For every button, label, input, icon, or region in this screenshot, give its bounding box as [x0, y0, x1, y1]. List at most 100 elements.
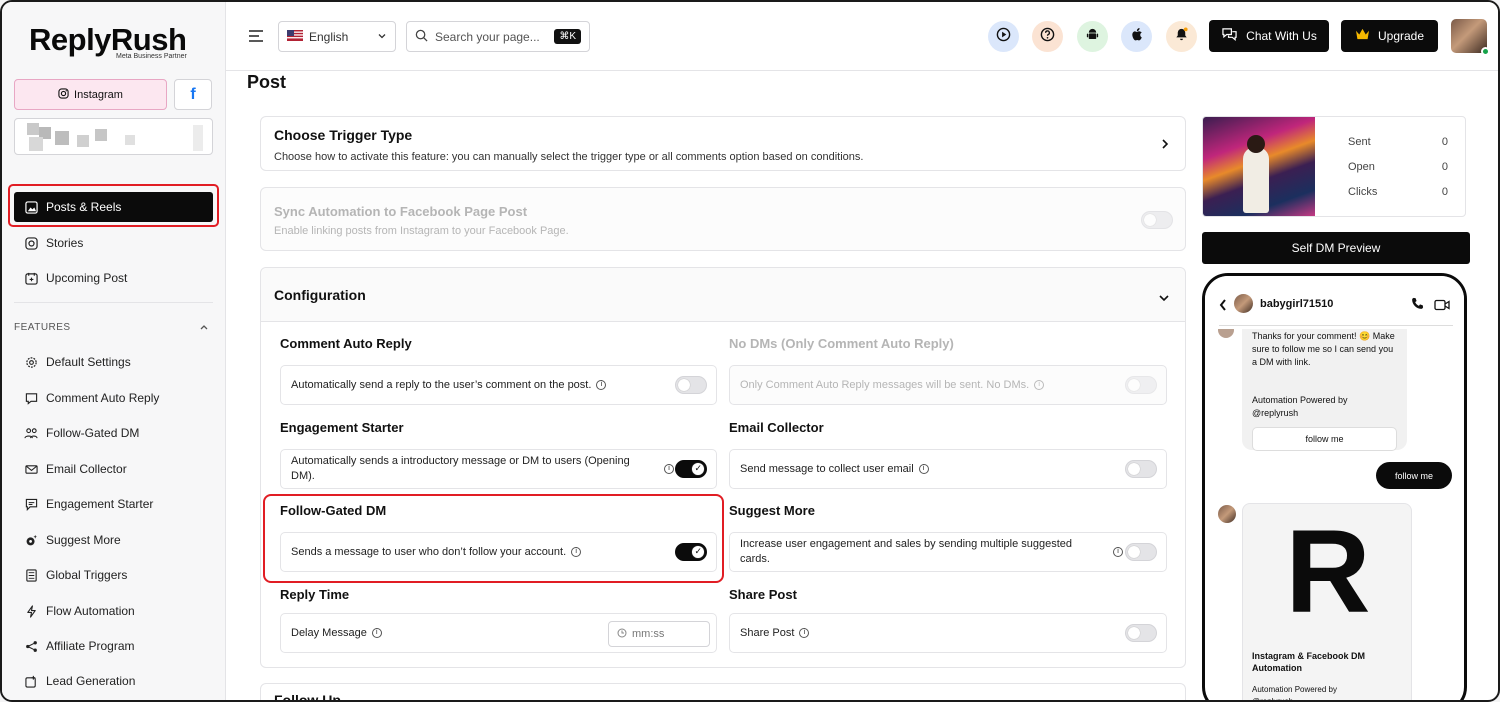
delay-time-input[interactable]: mm:ss	[608, 621, 710, 647]
user-avatar[interactable]	[1451, 19, 1490, 56]
features-section-toggle[interactable]: FEATURES	[14, 322, 213, 335]
dm-suggest-card[interactable]: R Instagram & Facebook DM Automation Aut…	[1242, 503, 1412, 702]
android-app-button[interactable]	[1077, 21, 1108, 52]
follow-me-button[interactable]: follow me	[1252, 427, 1397, 451]
instagram-button[interactable]: Instagram	[14, 79, 167, 110]
comment-icon	[24, 391, 38, 405]
suggest-more-toggle[interactable]	[1125, 543, 1157, 561]
sync-facebook-subtitle: Enable linking posts from Instagram to y…	[274, 225, 569, 237]
email-collector-toggle[interactable]	[1125, 460, 1157, 478]
comment-auto-reply-toggle[interactable]	[675, 376, 707, 394]
sidebar-item-engagement-starter[interactable]: Engagement Starter	[14, 489, 213, 519]
video-tutorial-button[interactable]	[988, 21, 1019, 52]
comment-auto-reply-desc: Automatically send a reply to the user’s…	[291, 379, 592, 391]
mail-icon	[24, 462, 38, 476]
sidebar-item-global-triggers[interactable]: Global Triggers	[14, 560, 213, 590]
back-arrow-icon[interactable]	[1219, 298, 1227, 316]
list-icon	[24, 568, 38, 582]
card-powered-text: Automation Powered by @replyrush	[1252, 685, 1337, 702]
sidebar-item-posts-reels[interactable]: Posts & Reels	[14, 192, 213, 222]
sidebar-item-email-collector[interactable]: Email Collector	[14, 454, 213, 484]
no-dms-toggle[interactable]	[1125, 376, 1157, 394]
info-icon[interactable]: i	[1034, 380, 1045, 390]
sidebar-item-suggest-more[interactable]: Suggest More	[14, 525, 213, 555]
sync-facebook-title: Sync Automation to Facebook Page Post	[274, 204, 528, 219]
instagram-icon	[58, 87, 69, 102]
app-window: ReplyRush Meta Business Partner Instagra…	[0, 0, 1500, 702]
follow-gated-dm-toggle[interactable]: ✓	[675, 543, 707, 561]
trigger-type-subtitle: Choose how to activate this feature: you…	[274, 151, 864, 163]
android-icon	[1085, 27, 1100, 47]
engagement-starter-desc: Automatically sends a introductory messa…	[291, 455, 630, 482]
chevron-right-icon	[1160, 137, 1170, 155]
info-icon[interactable]: i	[664, 464, 674, 474]
phone-header-divider	[1219, 325, 1453, 326]
calendar-icon	[24, 271, 38, 285]
dm-preview-phone: babygirl71510 Thanks for your comment! 😊…	[1202, 273, 1467, 702]
facebook-button[interactable]: f	[174, 79, 212, 110]
sidebar-item-comment-auto-reply[interactable]: Comment Auto Reply	[14, 383, 213, 413]
phone-call-icon[interactable]	[1411, 297, 1424, 315]
info-icon[interactable]: i	[371, 628, 382, 638]
no-dms-desc: Only Comment Auto Reply messages will be…	[740, 379, 1030, 391]
check-icon: ✓	[694, 546, 702, 556]
sidebar-item-flow-automation[interactable]: Flow Automation	[14, 596, 213, 626]
notifications-button[interactable]	[1166, 21, 1197, 52]
share-post-toggle[interactable]	[1125, 624, 1157, 642]
card-title: Instagram & Facebook DM Automation	[1252, 651, 1366, 673]
sidebar-item-lead-generation[interactable]: Lead Generation	[14, 666, 213, 696]
info-icon[interactable]: i	[1113, 547, 1123, 557]
chat-with-us-label: Chat With Us	[1246, 29, 1317, 43]
configuration-title: Configuration	[274, 287, 366, 303]
configuration-header[interactable]: Configuration	[261, 268, 1185, 322]
video-call-icon[interactable]	[1434, 298, 1450, 316]
info-icon[interactable]: i	[799, 628, 810, 638]
upgrade-button[interactable]: Upgrade	[1341, 20, 1438, 52]
sidebar-item-affiliate-program[interactable]: Affiliate Program	[14, 631, 213, 661]
language-select[interactable]: English	[278, 21, 396, 52]
image-icon	[24, 200, 38, 214]
sidebar-item-stories[interactable]: Stories	[14, 228, 213, 258]
play-circle-icon	[996, 27, 1011, 47]
post-thumbnail[interactable]	[1203, 117, 1315, 216]
chevron-down-icon	[1158, 290, 1170, 308]
sidebar-item-label: Engagement Starter	[46, 497, 154, 511]
clock-icon	[617, 628, 627, 641]
share-post-option: Share Post i	[729, 613, 1167, 653]
sync-facebook-toggle[interactable]	[1141, 211, 1173, 229]
sidebar: ReplyRush Meta Business Partner Instagra…	[2, 2, 226, 700]
page-title: Post	[247, 72, 287, 92]
no-dms-option: Only Comment Auto Reply messages will be…	[729, 365, 1167, 405]
search-input[interactable]: Search your page... ⌘K	[406, 21, 590, 52]
email-collector-label: Email Collector	[729, 420, 824, 435]
ios-app-button[interactable]	[1121, 21, 1152, 52]
chevron-down-icon	[377, 30, 387, 44]
features-header: FEATURES	[14, 322, 71, 333]
menu-toggle-icon[interactable]	[248, 29, 264, 47]
sidebar-item-upcoming-post[interactable]: Upcoming Post	[14, 263, 213, 293]
info-icon[interactable]: i	[596, 380, 607, 390]
bolt-icon	[24, 604, 38, 618]
share-icon	[24, 639, 38, 653]
follow-up-card[interactable]: Follow Up	[260, 683, 1186, 700]
apple-icon	[1130, 27, 1144, 47]
account-selector[interactable]	[14, 118, 213, 155]
info-icon[interactable]: i	[918, 464, 929, 474]
trigger-type-card[interactable]: Choose Trigger Type Choose how to activa…	[260, 116, 1186, 171]
info-icon[interactable]: i	[571, 547, 582, 557]
sidebar-item-default-settings[interactable]: Default Settings	[14, 347, 213, 377]
stat-label: Clicks	[1348, 186, 1378, 198]
self-dm-preview-button[interactable]: Self DM Preview	[1202, 232, 1470, 264]
card-logo-letter: R	[1285, 505, 1371, 638]
help-button[interactable]	[1032, 21, 1063, 52]
comment-auto-reply-option: Automatically send a reply to the user’s…	[280, 365, 717, 405]
engagement-starter-toggle[interactable]: ✓	[675, 460, 707, 478]
chat-with-us-button[interactable]: Chat With Us	[1209, 20, 1329, 52]
follow-gated-dm-label: Follow-Gated DM	[280, 503, 387, 518]
dm-reply-bubble: follow me	[1376, 462, 1452, 489]
stat-value: 0	[1441, 186, 1448, 198]
engagement-starter-option: Automatically sends a introductory messa…	[280, 449, 717, 489]
phone-avatar	[1234, 294, 1253, 313]
sidebar-item-follow-gated-dm[interactable]: Follow-Gated DM	[14, 418, 213, 448]
chat-bubbles-icon	[1221, 27, 1238, 45]
